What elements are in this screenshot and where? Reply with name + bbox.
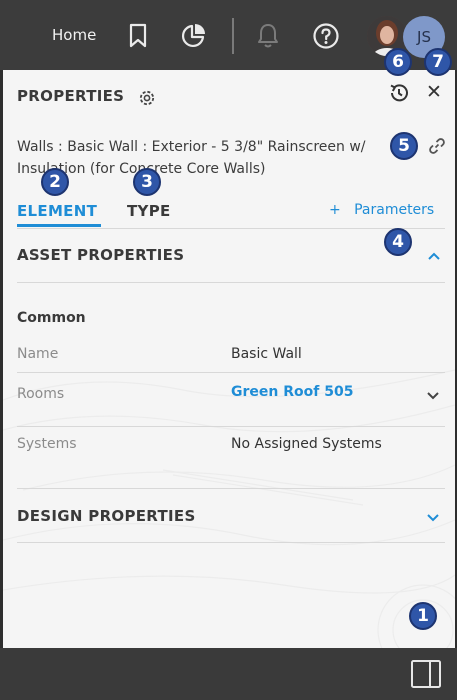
pie-chart-icon[interactable] [178,20,208,52]
chevron-down-icon[interactable] [424,508,442,526]
callout-marker-5: 5 [390,132,418,160]
properties-panel: PROPERTIES ✕ Walls : Basic Wall : Exteri… [3,70,455,648]
callout-marker-3: 3 [133,168,161,196]
tab-element[interactable]: ELEMENT [17,202,97,220]
active-tab-indicator [17,224,101,227]
gear-icon[interactable] [137,88,157,108]
callout-marker-6: 6 [384,48,412,76]
chevron-down-icon[interactable] [424,386,442,404]
divider [17,542,445,543]
divider [17,488,445,489]
property-label-rooms: Rooms [17,386,65,402]
callout-marker-4: 4 [384,228,412,256]
design-properties-header[interactable]: DESIGN PROPERTIES [17,507,196,525]
bookmark-icon[interactable] [123,20,153,52]
history-icon[interactable] [387,81,411,105]
property-value-systems: No Assigned Systems [231,436,382,452]
chevron-up-icon[interactable] [425,247,443,265]
link-icon[interactable] [427,136,447,156]
toolbar-divider [232,18,234,54]
add-parameters-button[interactable]: + Parameters [329,202,434,218]
tab-type[interactable]: TYPE [127,202,171,220]
home-link[interactable]: Home [52,26,96,44]
common-group-heading: Common [17,310,86,326]
callout-marker-7: 7 [424,48,452,76]
divider [17,228,445,229]
divider [17,426,445,427]
rooms-link[interactable]: Green Roof 505 [231,384,353,400]
help-icon[interactable] [311,20,341,52]
panel-title: PROPERTIES [17,87,125,105]
property-label-name: Name [17,346,59,362]
bottom-bar [0,648,457,700]
property-label-systems: Systems [17,436,77,452]
asset-properties-header[interactable]: ASSET PROPERTIES [17,246,184,264]
close-icon[interactable]: ✕ [423,81,445,103]
parameters-label: Parameters [354,202,435,218]
callout-marker-2: 2 [41,168,69,196]
panel-toggle-icon[interactable] [410,659,442,689]
divider [17,282,445,283]
property-value-name: Basic Wall [231,346,302,362]
bell-icon[interactable] [253,20,283,52]
divider [17,372,445,373]
element-description: Walls : Basic Wall : Exterior - 5 3/8" R… [17,139,366,177]
callout-marker-1: 1 [409,602,437,630]
plus-icon: + [329,202,341,218]
